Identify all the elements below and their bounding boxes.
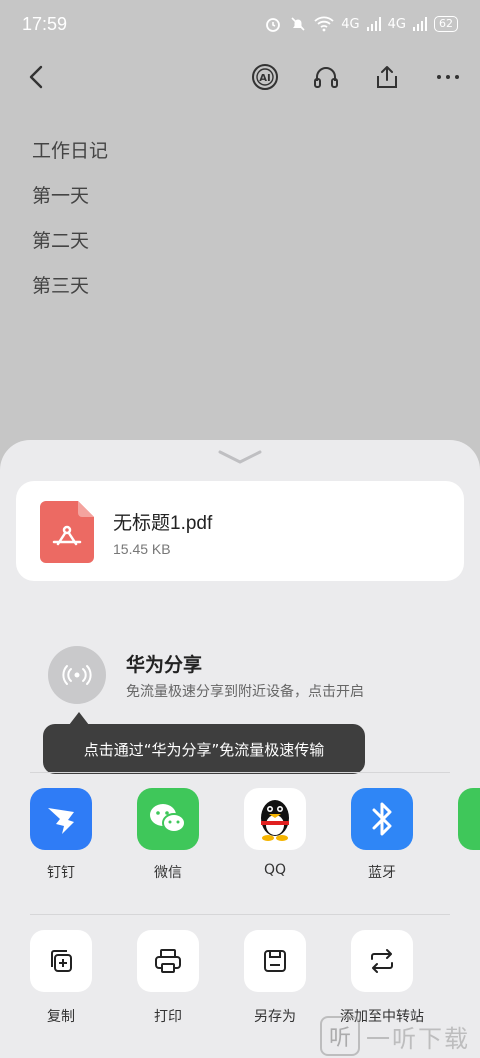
doc-line: 第一天 [32,185,90,207]
app-dingtalk[interactable]: 钉钉 [16,788,106,882]
add-to-transfer-button[interactable]: 添加至中转站 [332,930,432,1026]
ai-icon: AI [252,64,278,90]
file-card: 无标题1.pdf 15.45 KB [16,481,464,581]
status-bar: 17:59 4G 4G 62 [0,0,480,48]
network-label-1: 4G [341,16,360,32]
back-icon [29,65,43,89]
app-wechat[interactable]: 微信 [123,788,213,882]
more-icon [437,75,459,79]
back-button[interactable] [22,62,52,92]
signal-icon [413,17,427,31]
app-label: QQ [263,862,287,878]
status-icons: 4G 4G 62 [264,15,458,33]
wechat-icon [137,788,199,850]
chevron-down-icon [218,450,262,464]
app-label: 蓝牙 [368,865,396,881]
huawei-share-title: 华为分享 [126,654,203,676]
app-bluetooth[interactable]: 蓝牙 [337,788,427,882]
share-actions-row: 复制 打印 另存为 添加至中转站 [0,930,480,1030]
save-as-button[interactable]: 另存为 [225,930,325,1026]
divider [30,914,450,915]
share-sheet: 无标题1.pdf 15.45 KB 华为分享 免流量极速分享到附近设备，点击开启… [0,440,480,1058]
huawei-share-description: 免流量极速分享到附近设备，点击开启 [126,684,364,700]
mute-icon [291,17,305,31]
app-label: 钉钉 [47,865,75,881]
action-label: 复制 [47,1009,75,1025]
file-name: 无标题1.pdf [113,513,213,534]
doc-line: 第二天 [32,230,90,252]
action-label: 另存为 [254,1009,296,1025]
pdf-icon [40,501,94,563]
watermark-logo: 听 [320,1016,360,1056]
ai-button[interactable]: AI [248,60,282,94]
battery-indicator: 62 [434,16,458,32]
app-partial[interactable] [444,788,480,850]
bluetooth-icon [351,788,413,850]
copy-icon [30,930,92,992]
svg-text:AI: AI [259,73,270,84]
alarm-icon [266,18,281,32]
headphones-icon [314,67,338,88]
huawei-share-icon [62,665,92,685]
listen-button[interactable] [309,60,343,94]
document-content: 工作日记 第一天 第二天 第三天 [32,138,108,318]
save-icon [244,930,306,992]
copy-button[interactable]: 复制 [11,930,111,1026]
share-apps-row: 钉钉 微信 QQ 蓝牙 [0,788,480,888]
network-label-2: 4G [387,16,406,32]
file-size: 15.45 KB [113,541,171,557]
watermark: 听 一听下载 [320,1016,470,1056]
print-icon [137,930,199,992]
app-label: 微信 [154,865,182,881]
huawei-share-button[interactable] [48,646,106,704]
action-label: 打印 [154,1009,182,1025]
signal-icon [366,17,381,31]
print-button[interactable]: 打印 [118,930,218,1026]
status-time: 17:59 [22,13,68,34]
transfer-icon [351,930,413,992]
doc-line: 工作日记 [32,140,109,162]
divider [30,772,450,773]
share-icon [377,66,397,88]
partial-app-icon [458,788,480,850]
dingtalk-icon [30,788,92,850]
collapse-handle[interactable] [216,446,264,466]
toolbar: AI [0,48,480,106]
share-button[interactable] [370,60,404,94]
tooltip: 点击通过“华为分享”免流量极速传输 [43,724,365,774]
doc-line: 第三天 [32,275,90,297]
watermark-text: 一听下载 [366,1024,470,1053]
qq-icon [244,788,306,850]
more-button[interactable] [431,60,465,94]
app-qq[interactable]: QQ [230,788,320,878]
wifi-icon [314,16,334,32]
